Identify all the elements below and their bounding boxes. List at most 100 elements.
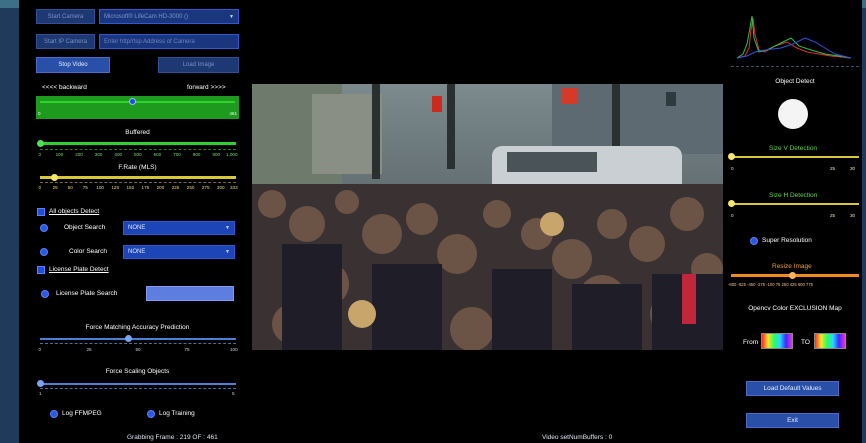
app-window: Start Camera Microsoft® LifeCam HD-3000 … <box>19 0 862 443</box>
buffered-tick-label: 400 <box>114 152 123 157</box>
license-plate-search-label: License Plate Search <box>56 290 118 297</box>
chevron-down-icon: ▼ <box>225 249 230 255</box>
buffered-tick-label: 700 <box>173 152 181 157</box>
frame-rate-tick-label: 150 <box>126 185 135 190</box>
object-search-select[interactable]: NONE ▼ <box>123 221 235 235</box>
frame-rate-thumb[interactable] <box>51 174 59 181</box>
frame-rate-tick-label: 275 <box>201 185 210 190</box>
frame-rate-tick-label: 200 <box>156 185 165 190</box>
frame-rate-tick-label: 100 <box>96 185 104 190</box>
size-h-title: Size H Detection <box>769 192 818 199</box>
color-histogram <box>736 15 852 59</box>
to-label: TO <box>801 339 810 346</box>
license-plate-detect-checkbox[interactable] <box>37 266 45 274</box>
buffered-tick-label: 1,000 <box>226 152 238 157</box>
frame-position-max: 461 <box>229 111 237 116</box>
frame-rate-title: F.Rate (MLS) <box>118 164 157 171</box>
crowd-street-scene <box>252 84 723 350</box>
frame-rate-track <box>40 176 236 179</box>
log-training-label: Log Training <box>159 410 195 417</box>
all-objects-checkbox[interactable] <box>37 208 45 216</box>
color-search-select[interactable]: NONE ▼ <box>123 245 235 259</box>
super-resolution-label: Super Resolution <box>762 237 812 244</box>
super-resolution-radio[interactable] <box>750 237 758 245</box>
log-training-radio[interactable] <box>147 410 155 418</box>
size-v-tick-0: 0 <box>731 166 734 171</box>
all-objects-label[interactable]: All objects Detect <box>49 208 99 215</box>
buffered-tick-line <box>40 149 236 150</box>
buffered-thumb[interactable] <box>37 140 44 147</box>
frame-position-thumb[interactable] <box>129 98 137 105</box>
accuracy-tick-label: 100 <box>230 347 238 352</box>
license-plate-search-radio[interactable] <box>41 290 49 298</box>
frame-rate-tick-line <box>40 182 236 183</box>
object-search-value: NONE <box>128 225 146 231</box>
object-detect-label: Object Detect <box>775 78 815 85</box>
accuracy-title: Force Matching Accuracy Prediction <box>85 324 190 331</box>
scaling-tick-line <box>40 388 236 389</box>
camera-device-select[interactable]: Microsoft® LifeCam HD-3000 () ▼ <box>99 9 239 24</box>
video-buffers-status: Video setNumBuffers : 0 <box>542 434 613 441</box>
frame-rate-tick-label: 333 <box>230 185 238 190</box>
frame-rate-tick-label: 300 <box>216 185 225 190</box>
stop-video-button[interactable]: Stop Video <box>36 57 110 73</box>
size-h-track <box>731 203 859 205</box>
frame-rate-tick-label: 25 <box>52 185 58 190</box>
buffered-tick-label: 600 <box>153 152 162 157</box>
license-plate-detect-label[interactable]: License Plate Detect <box>49 266 109 273</box>
accuracy-tick-label: 75 <box>184 347 190 352</box>
size-h-tick-25: 25 <box>830 213 836 218</box>
grabbing-frame-status: Grabbing Frame : 219 OF : 461 <box>127 434 218 441</box>
accuracy-tick-label: 0 <box>38 347 42 352</box>
size-h-tick-0: 0 <box>731 213 734 218</box>
to-color-picker[interactable] <box>814 333 846 349</box>
log-ffmpeg-label: Log FFMPEG <box>62 410 102 417</box>
accuracy-tick-label: 50 <box>135 347 141 352</box>
start-camera-button[interactable]: Start Camera <box>36 9 95 24</box>
resize-image-title: Resize Image <box>772 263 812 270</box>
load-default-values-button[interactable]: Load Default Values <box>746 381 839 396</box>
scaling-track <box>40 383 236 385</box>
backward-label[interactable]: <<<< backward <box>42 84 87 91</box>
chevron-down-icon: ▼ <box>225 225 230 231</box>
license-plate-input[interactable] <box>146 286 234 301</box>
buffered-tick-label: 800 <box>192 152 201 157</box>
chevron-down-icon: ▼ <box>229 13 234 20</box>
log-ffmpeg-radio[interactable] <box>50 410 58 418</box>
size-h-thumb[interactable] <box>728 200 735 207</box>
accuracy-thumb[interactable] <box>124 335 132 342</box>
start-ip-camera-button[interactable]: Start IP Camera <box>36 34 95 49</box>
buffered-tick-label: 300 <box>94 152 103 157</box>
histogram-divider <box>731 66 859 67</box>
ip-camera-address-input[interactable]: Enter http/rtsp Address of Camera <box>99 34 239 49</box>
object-search-radio[interactable] <box>40 224 48 232</box>
exit-button[interactable]: Exit <box>746 413 839 428</box>
forward-label[interactable]: forward >>>> <box>187 84 226 91</box>
object-detect-indicator <box>778 99 808 129</box>
buffered-track <box>40 142 236 145</box>
accuracy-tick-line <box>40 343 236 344</box>
size-v-tick-25: 25 <box>830 166 836 171</box>
frame-rate-tick-label: 175 <box>141 185 150 190</box>
load-image-button[interactable]: Load Image <box>158 57 239 73</box>
accuracy-tick-label: 25 <box>86 347 92 352</box>
frame-rate-tick-labels: 0 25 50 75 100 125 150 175 200 225 250 275 300 333 <box>39 185 238 192</box>
frame-position-slider[interactable]: 0 461 <box>36 96 239 119</box>
size-h-tick-30: 30 <box>850 213 856 218</box>
accuracy-tick-labels: 0 25 50 75 100 <box>38 347 238 354</box>
size-v-thumb[interactable] <box>728 153 735 160</box>
frame-rate-tick-label: 50 <box>67 185 73 190</box>
camera-device-value: Microsoft® LifeCam HD-3000 () <box>104 13 189 20</box>
scaling-min: 1 <box>39 391 42 396</box>
from-color-picker[interactable] <box>761 333 793 349</box>
scaling-max: 5 <box>232 391 235 396</box>
buffered-tick-label: 500 <box>134 152 142 157</box>
accuracy-track <box>40 338 236 340</box>
color-search-radio[interactable] <box>40 248 48 256</box>
frame-position-track <box>40 101 235 103</box>
resize-image-thumb[interactable] <box>789 272 796 279</box>
frame-rate-tick-label: 250 <box>186 185 195 190</box>
buffered-tick-label: 100 <box>55 152 64 157</box>
frame-position-min: 0 <box>38 111 41 116</box>
scaling-thumb[interactable] <box>37 380 44 387</box>
